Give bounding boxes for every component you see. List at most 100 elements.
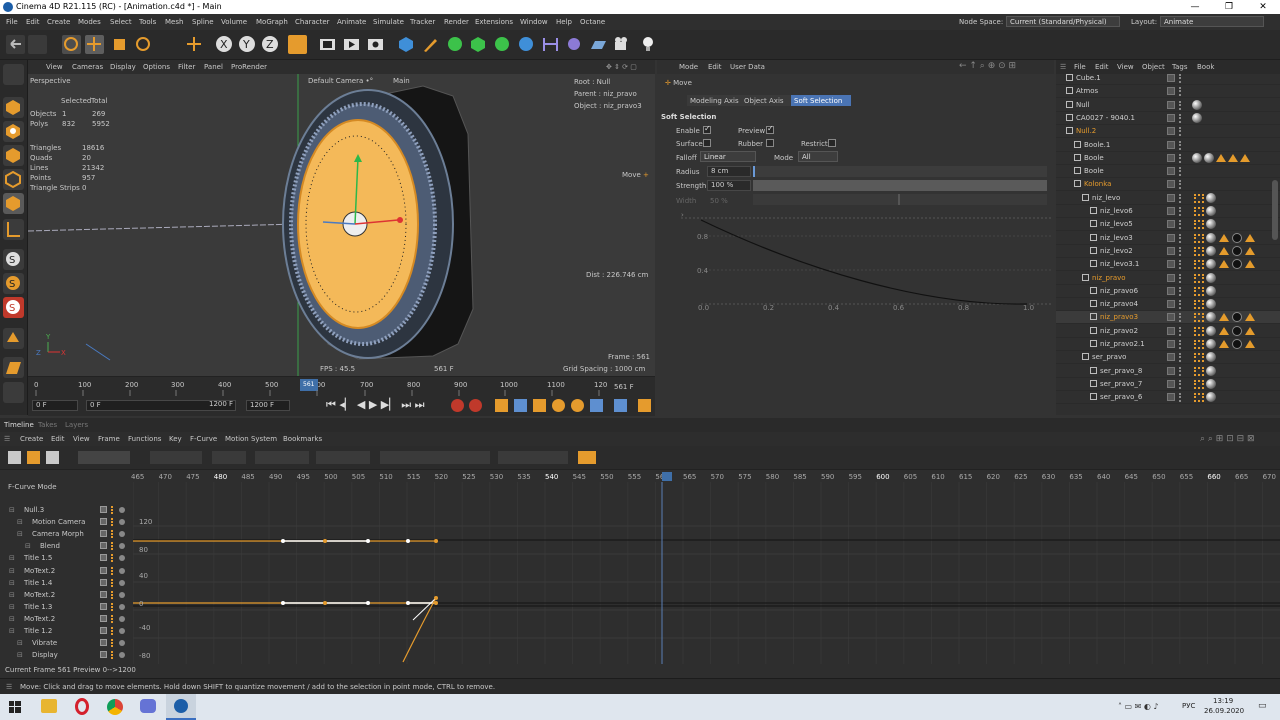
tab-soft-selection[interactable]: Soft Selection — [791, 95, 851, 106]
menu-spline[interactable]: Spline — [192, 18, 214, 26]
track-solo-toggle[interactable] — [111, 566, 114, 575]
texture-mode-icon[interactable] — [3, 121, 24, 142]
material-tag-icon[interactable] — [1206, 312, 1216, 323]
field-icon[interactable] — [565, 35, 584, 54]
visibility-toggle[interactable] — [1167, 233, 1175, 242]
render-toggle[interactable] — [1179, 326, 1182, 336]
viewport-menu-cameras[interactable]: Cameras — [72, 63, 103, 71]
render-toggle[interactable] — [1179, 300, 1182, 310]
track-lock-icon[interactable] — [119, 567, 125, 574]
material-tag-icon[interactable] — [1206, 365, 1216, 376]
object-row[interactable]: Kolonka — [1056, 178, 1280, 192]
material-tag-icon[interactable] — [1206, 378, 1216, 389]
subdivision-icon[interactable] — [446, 35, 465, 54]
render-toggle[interactable] — [1179, 286, 1182, 296]
render-toggle[interactable] — [1179, 273, 1182, 283]
objects-menu-object[interactable]: Object — [1142, 63, 1165, 71]
object-row[interactable]: ser_pravo_6 — [1056, 391, 1280, 405]
track-lock-icon[interactable] — [119, 603, 125, 610]
track-row[interactable]: ⊟ Title 1.4 — [0, 577, 133, 589]
menu-edit[interactable]: Edit — [26, 18, 40, 26]
visibility-toggle[interactable] — [1167, 286, 1175, 295]
viewport-nav-icons[interactable]: ✥ ⇕ ⟳ ▢ — [606, 63, 637, 71]
material-tag-icon[interactable] — [1232, 245, 1242, 256]
track-enable-toggle[interactable] — [100, 590, 107, 598]
tag-icon[interactable] — [1194, 207, 1204, 216]
width-slider[interactable] — [753, 194, 1047, 205]
visibility-toggle[interactable] — [1167, 379, 1175, 388]
object-row[interactable]: niz_pravo4 — [1056, 298, 1280, 312]
timeline-ruler[interactable]: 0 100 200 300 400 500 600 700 800 900 10… — [28, 376, 655, 396]
render-toggle[interactable] — [1179, 193, 1182, 203]
make-editable-icon[interactable] — [3, 64, 24, 85]
material-tag-icon[interactable] — [1206, 219, 1216, 230]
object-row[interactable]: niz_levo6 — [1056, 205, 1280, 218]
render-picture-viewer-icon[interactable] — [342, 35, 361, 54]
menu-tools[interactable]: Tools — [139, 18, 156, 26]
y-axis-icon[interactable]: Y — [238, 35, 257, 54]
radius-slider[interactable] — [753, 166, 1047, 177]
tag-icon[interactable] — [1194, 379, 1204, 389]
track-solo-toggle[interactable] — [111, 518, 114, 527]
coordinate-system-icon[interactable] — [288, 35, 307, 54]
tag-icon[interactable] — [1194, 233, 1204, 243]
recent-tool-icon[interactable] — [158, 35, 177, 54]
viewport-3d[interactable]: Perspective Default Camera •° Main Selec… — [28, 74, 655, 376]
material-tag-icon[interactable] — [1206, 272, 1216, 283]
material-tag-icon[interactable] — [1232, 339, 1242, 349]
z-axis-icon[interactable]: Z — [261, 35, 280, 54]
render-toggle[interactable] — [1179, 246, 1182, 256]
track-solo-toggle[interactable] — [111, 506, 114, 514]
menu-octane[interactable]: Octane — [580, 18, 605, 26]
material-tag-icon[interactable] — [1206, 259, 1216, 270]
track-solo-toggle[interactable] — [111, 627, 114, 635]
visibility-toggle[interactable] — [1167, 366, 1175, 375]
visibility-toggle[interactable] — [1167, 193, 1175, 202]
track-enable-toggle[interactable] — [100, 530, 107, 538]
phong-tag-icon[interactable] — [1245, 340, 1255, 348]
live-select-icon[interactable] — [62, 35, 81, 54]
attr-menu-edit[interactable]: Edit — [708, 63, 722, 71]
object-row[interactable]: niz_levo3.1 — [1056, 258, 1280, 272]
phong-tag-icon[interactable] — [1219, 340, 1229, 348]
chrome-icon[interactable] — [107, 699, 123, 715]
track-solo-toggle[interactable] — [111, 554, 114, 563]
material-tag-icon[interactable] — [1192, 112, 1202, 123]
mode-select[interactable]: All — [798, 151, 838, 162]
rubber-checkbox[interactable] — [766, 139, 774, 147]
layout-select[interactable]: Animate — [1160, 16, 1264, 27]
render-toggle[interactable] — [1179, 366, 1182, 376]
expand-icon[interactable]: ⊟ — [25, 542, 31, 550]
render-toggle[interactable] — [1179, 233, 1182, 243]
menu-character[interactable]: Character — [295, 18, 330, 26]
redo-icon[interactable] — [28, 35, 47, 54]
menu-file[interactable]: File — [6, 18, 18, 26]
tag-icon[interactable] — [1194, 193, 1204, 203]
timeline-window-icon[interactable] — [638, 399, 651, 412]
object-row[interactable]: Boole — [1056, 152, 1280, 165]
undo-icon[interactable] — [6, 35, 25, 54]
tab-object-axis[interactable]: Object Axis — [741, 95, 791, 106]
solo-icon[interactable]: S — [3, 297, 24, 318]
tag-icon[interactable] — [1194, 220, 1204, 230]
expand-icon[interactable]: ⊟ — [17, 639, 23, 647]
pen-icon[interactable] — [421, 35, 440, 54]
track-lock-icon[interactable] — [119, 628, 125, 634]
objects-menu-file[interactable]: File — [1074, 63, 1086, 71]
track-lock-icon[interactable] — [119, 591, 125, 598]
object-row[interactable]: niz_pravo6 — [1056, 285, 1280, 298]
falloff-curve-graph[interactable] — [681, 208, 1051, 318]
visibility-toggle[interactable] — [1167, 207, 1175, 215]
visibility-toggle[interactable] — [1167, 87, 1175, 96]
menu-extensions[interactable]: Extensions — [475, 18, 513, 26]
object-row[interactable]: ser_pravo_8 — [1056, 365, 1280, 378]
tag-icon[interactable] — [1194, 286, 1204, 296]
start-icon[interactable] — [9, 701, 21, 713]
visibility-toggle[interactable] — [1167, 300, 1175, 309]
keyframe-scale-icon[interactable] — [533, 399, 546, 412]
track-lock-icon[interactable] — [119, 615, 125, 622]
object-row[interactable]: niz_pravo3 — [1056, 311, 1280, 325]
tag-icon[interactable] — [1194, 353, 1204, 363]
render-toggle[interactable] — [1179, 180, 1182, 190]
track-lock-icon[interactable] — [119, 579, 125, 586]
